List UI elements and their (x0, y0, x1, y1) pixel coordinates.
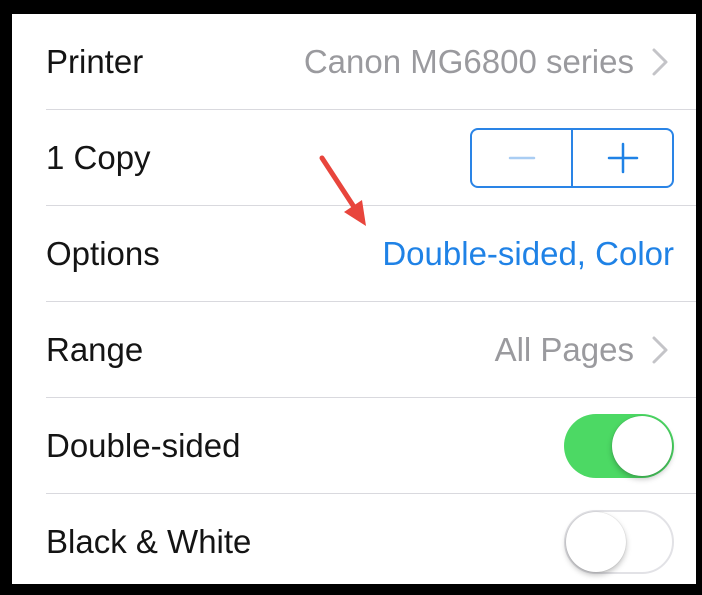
chevron-right-icon (652, 336, 668, 364)
print-options-panel: Printer Canon MG6800 series 1 Copy Optio… (12, 14, 696, 584)
options-label: Options (46, 235, 160, 272)
double-sided-row: Double-sided (12, 398, 696, 494)
black-white-toggle[interactable] (564, 510, 674, 574)
black-white-row: Black & White (12, 494, 696, 584)
black-white-label: Black & White (46, 523, 252, 560)
options-value-link[interactable]: Double-sided, Color (382, 235, 674, 273)
printer-row[interactable]: Printer Canon MG6800 series (12, 14, 696, 110)
chevron-right-icon (652, 48, 668, 76)
toggle-knob (612, 416, 672, 476)
toggle-knob (566, 512, 626, 572)
increment-button[interactable] (573, 130, 672, 186)
copies-stepper[interactable] (470, 128, 674, 188)
range-value: All Pages (494, 331, 634, 368)
printer-value: Canon MG6800 series (303, 43, 634, 80)
decrement-button[interactable] (472, 130, 571, 186)
minus-icon (508, 156, 535, 160)
double-sided-toggle[interactable] (564, 414, 674, 478)
range-label: Range (46, 331, 144, 368)
double-sided-label: Double-sided (46, 427, 241, 464)
plus-icon (607, 142, 638, 174)
copies-row: 1 Copy (12, 110, 696, 206)
copies-label: 1 Copy (46, 139, 151, 176)
range-row[interactable]: Range All Pages (12, 302, 696, 398)
printer-label: Printer (46, 43, 144, 80)
screenshot-frame: Printer Canon MG6800 series 1 Copy Optio… (0, 0, 702, 595)
options-row[interactable]: Options Double-sided, Color (12, 206, 696, 302)
